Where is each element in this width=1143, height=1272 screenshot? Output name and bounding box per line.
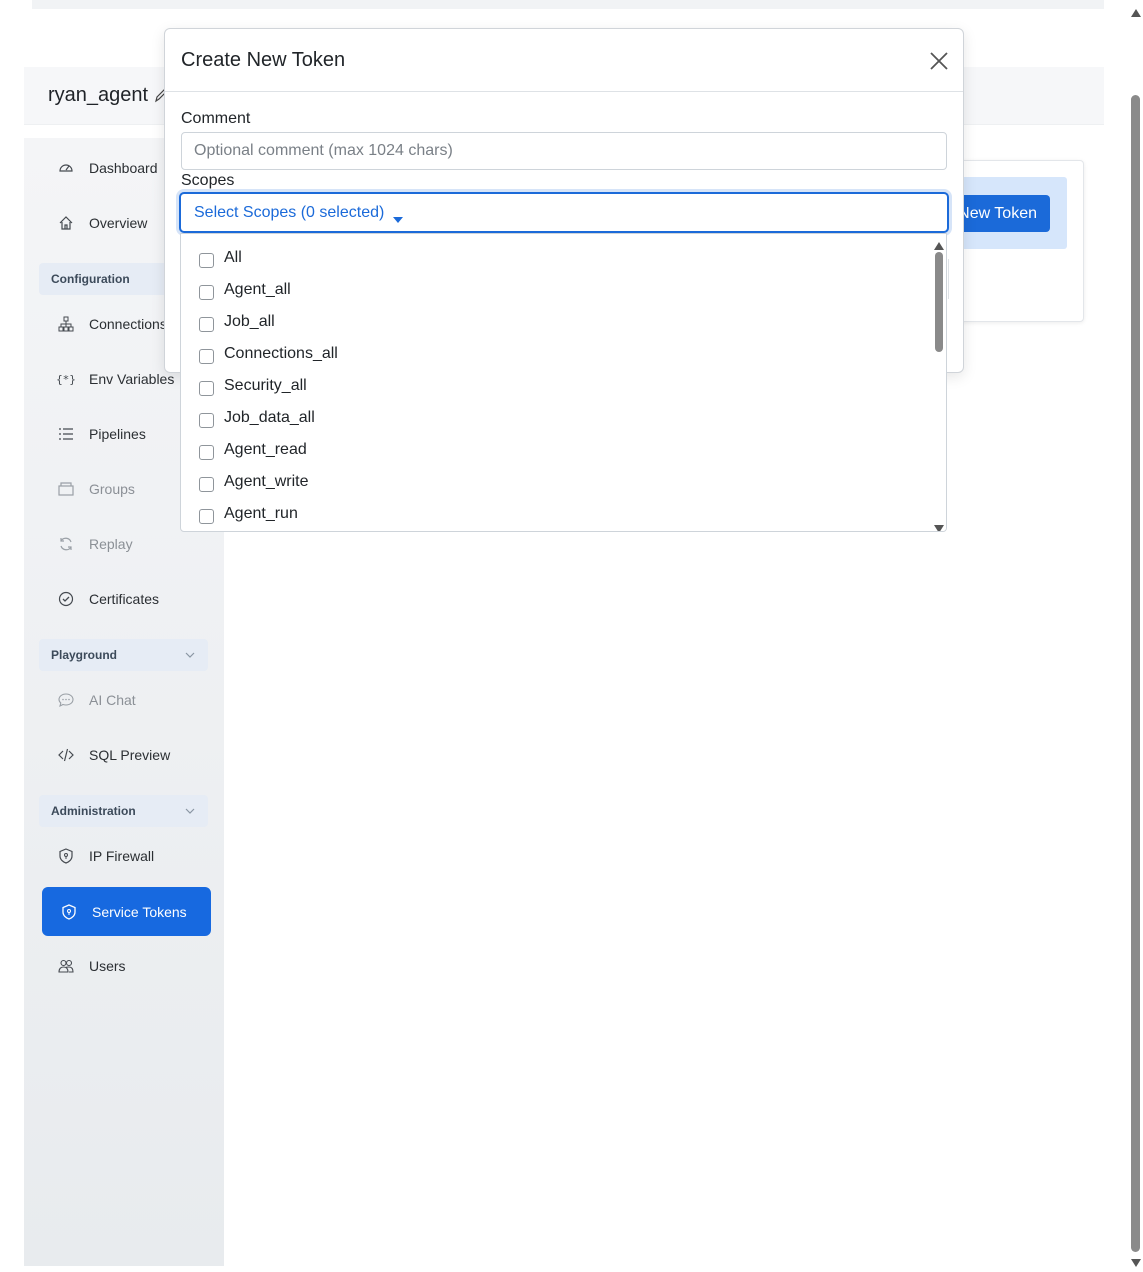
scroll-down-arrow-icon[interactable] (934, 520, 944, 531)
sidebar-item-label: Dashboard (89, 160, 158, 176)
sidebar-item-label: IP Firewall (89, 848, 155, 864)
sidebar-item-label: Service Tokens (92, 903, 187, 920)
scope-option[interactable]: Agent_read (181, 434, 931, 466)
scope-option[interactable]: Security_all (181, 370, 931, 402)
sidebar-item-sql-preview[interactable]: SQL Preview (42, 731, 212, 779)
scope-checkbox[interactable] (199, 476, 214, 492)
scope-option-label: Connections_all (224, 345, 338, 362)
scope-checkbox[interactable] (199, 508, 214, 524)
scope-checkbox[interactable] (199, 252, 214, 268)
shield-icon (60, 903, 78, 921)
scope-option-label: Security_all (224, 377, 307, 394)
code-icon (57, 746, 75, 764)
scope-option-label: Job_data_all (224, 409, 315, 426)
scope-option-label: All (224, 249, 242, 266)
braces-icon: {*} (56, 372, 76, 386)
folder-icon (57, 480, 75, 498)
scroll-up-arrow-icon[interactable] (934, 237, 944, 250)
sidebar-item-certificates[interactable]: Certificates (42, 575, 212, 623)
gauge-icon (57, 159, 75, 177)
dropdown-scrollbar-thumb[interactable] (935, 252, 943, 352)
check-badge-icon (57, 590, 75, 608)
sidebar-item-users[interactable]: Users (42, 942, 212, 990)
section-administration[interactable]: Administration (39, 795, 208, 827)
section-label: Administration (51, 804, 136, 818)
scope-option-label: Agent_run (224, 505, 298, 522)
users-icon (57, 957, 75, 975)
scroll-down-arrow-icon[interactable] (1131, 1254, 1141, 1267)
sidebar-item-ip-firewall[interactable]: IP Firewall (42, 832, 212, 880)
scope-option[interactable]: All (181, 242, 931, 274)
agent-name: ryan_agent (48, 84, 149, 106)
sidebar-item-label: Overview (89, 215, 148, 231)
section-label: Playground (51, 648, 118, 662)
comment-label: Comment (181, 110, 251, 127)
sidebar-item-label: Users (89, 958, 126, 974)
scope-option[interactable]: Job_data_all (181, 402, 931, 434)
sidebar-item-label: Certificates (89, 591, 160, 607)
sidebar-item-label: Env Variables (89, 371, 175, 387)
sidebar-item-label: SQL Preview (89, 747, 171, 763)
network-icon (57, 315, 75, 333)
scopes-label: Scopes (181, 172, 235, 189)
scope-option-label: Agent_all (224, 281, 291, 298)
scopes-dropdown: All Agent_all Job_all Connections_all Se… (180, 233, 947, 532)
close-icon[interactable] (927, 49, 951, 73)
scope-option[interactable]: Job_all (181, 306, 931, 338)
comment-input[interactable] (181, 132, 947, 170)
chat-icon (57, 691, 75, 709)
shield-icon (57, 847, 75, 865)
scope-checkbox[interactable] (199, 380, 214, 396)
scope-checkbox[interactable] (199, 316, 214, 332)
scroll-up-arrow-icon[interactable] (1131, 4, 1141, 17)
scope-option[interactable]: Connections_all (181, 338, 931, 370)
modal-divider (948, 259, 949, 299)
list-icon (57, 425, 75, 443)
sidebar-item-label: Pipelines (89, 426, 146, 442)
scope-option[interactable]: Agent_write (181, 466, 931, 498)
modal-header: Create New Token (165, 29, 963, 92)
page-scrollbar-thumb[interactable] (1131, 95, 1140, 1252)
sidebar-item-service-tokens[interactable]: Service Tokens (42, 887, 211, 936)
scope-checkbox[interactable] (199, 284, 214, 300)
home-icon (57, 214, 75, 232)
caret-down-icon (393, 210, 403, 223)
scope-option[interactable]: Agent_all (181, 274, 931, 306)
scope-checkbox[interactable] (199, 444, 214, 460)
sidebar-item-label: Replay (89, 536, 133, 552)
scope-checkbox[interactable] (199, 412, 214, 428)
scope-checkbox[interactable] (199, 348, 214, 364)
modal-title: Create New Token (181, 49, 346, 71)
top-bar (32, 0, 1104, 9)
sidebar-item-label: Groups (89, 481, 135, 497)
scope-option-label: Job_all (224, 313, 275, 330)
scopes-select[interactable]: Select Scopes (0 selected) (179, 192, 949, 233)
chevron-down-icon (184, 649, 196, 661)
sidebar-item-label: Connections (89, 316, 167, 332)
sidebar-item-label: AI Chat (89, 692, 136, 708)
scope-option-label: Agent_write (224, 473, 309, 490)
refresh-icon (57, 535, 75, 553)
section-label: Configuration (51, 272, 130, 286)
section-playground[interactable]: Playground (39, 639, 208, 671)
scope-option-label: Agent_read (224, 441, 307, 458)
scopes-select-text: Select Scopes (0 selected) (194, 204, 385, 221)
scope-option[interactable]: Agent_run (181, 498, 931, 530)
chevron-down-icon (184, 805, 196, 817)
sidebar-item-ai-chat[interactable]: AI Chat (42, 676, 212, 724)
